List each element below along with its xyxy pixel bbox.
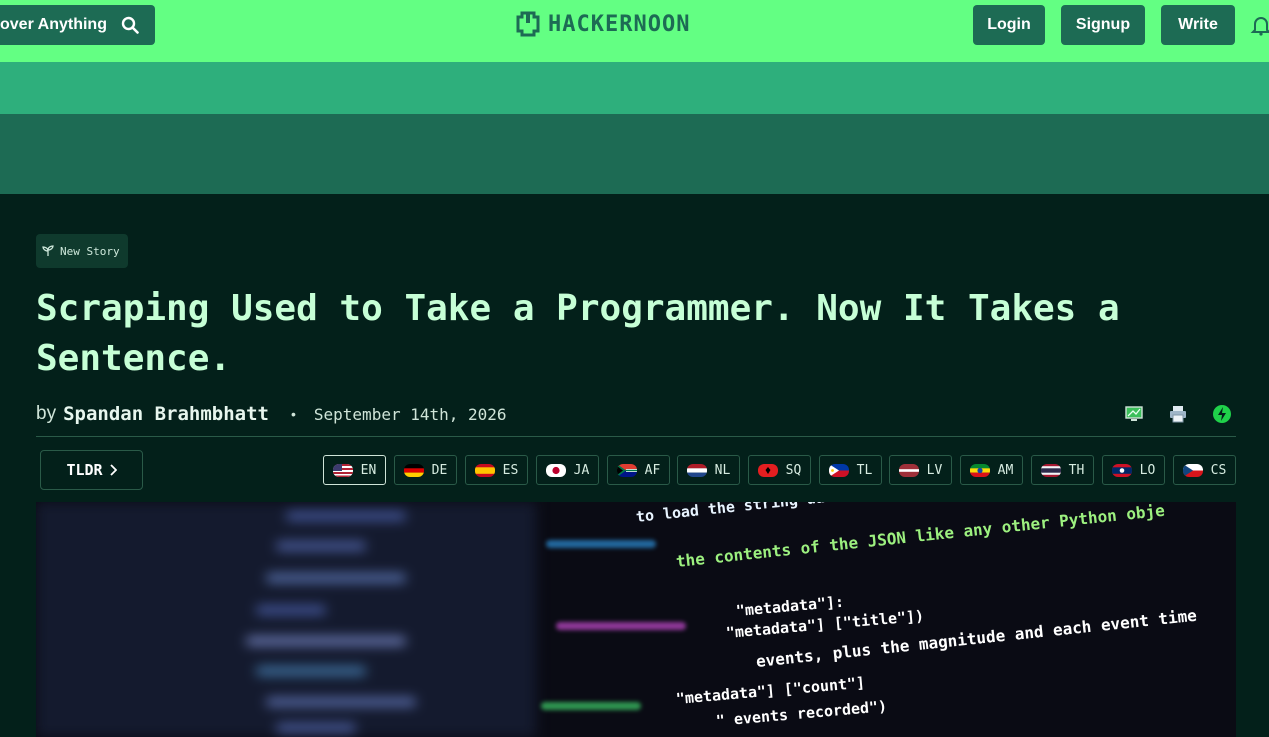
hero-code-blur — [541, 702, 641, 710]
language-sq[interactable]: SQ — [748, 455, 811, 485]
language-tl[interactable]: TL — [819, 455, 882, 485]
hackernoon-logo[interactable]: HACKERNOON — [514, 8, 690, 40]
language-cs[interactable]: CS — [1173, 455, 1236, 485]
login-button[interactable]: Login — [973, 5, 1045, 45]
de-flag-icon — [403, 463, 424, 477]
header-banner-light — [0, 62, 1269, 114]
language-code: SQ — [785, 462, 802, 478]
language-code: CS — [1210, 462, 1227, 478]
language-lo[interactable]: LO — [1102, 455, 1165, 485]
language-af[interactable]: AF — [607, 455, 670, 485]
es-flag-icon — [474, 463, 495, 477]
language-code: DE — [431, 462, 448, 478]
top-navigation-bar: over Anything HACKERNOON Login Signup Wr… — [0, 0, 1269, 62]
tldr-button[interactable]: TLDR — [40, 450, 143, 490]
language-en[interactable]: EN — [323, 455, 386, 485]
la-flag-icon — [1111, 463, 1132, 477]
byline: by Spandan Brahmbhatt • September 14th, … — [36, 402, 507, 426]
hero-code-line: to load the string data into a — [635, 502, 907, 526]
search-button[interactable]: over Anything — [0, 5, 155, 45]
language-lv[interactable]: LV — [889, 455, 952, 485]
article-hero-image: to load the string data into a the conte… — [36, 502, 1236, 737]
tldr-label: TLDR — [66, 461, 103, 479]
th-flag-icon — [1040, 463, 1061, 477]
language-code: AF — [644, 462, 661, 478]
hero-code-blur — [556, 622, 686, 630]
signup-button[interactable]: Signup — [1061, 5, 1145, 45]
us-flag-icon — [332, 463, 353, 477]
sprout-icon — [42, 245, 54, 256]
new-story-badge: New Story — [36, 234, 128, 268]
article-container: New Story Scraping Used to Take a Progra… — [0, 194, 1269, 737]
lv-flag-icon — [898, 463, 919, 477]
za-flag-icon — [616, 463, 637, 477]
nl-flag-icon — [686, 463, 707, 477]
byline-separator: • — [290, 406, 296, 422]
language-code: TL — [856, 462, 873, 478]
logo-mark-icon — [516, 11, 540, 37]
language-code: LO — [1139, 462, 1156, 478]
language-am[interactable]: AM — [960, 455, 1023, 485]
by-label: by — [36, 403, 57, 424]
write-button[interactable]: Write — [1161, 5, 1235, 45]
language-code: TH — [1068, 462, 1085, 478]
search-icon — [121, 16, 139, 34]
ph-flag-icon — [828, 463, 849, 477]
language-code: EN — [360, 462, 377, 478]
et-flag-icon — [969, 463, 990, 477]
hero-blurred-code — [36, 502, 536, 737]
publish-date: September 14th, 2026 — [313, 404, 507, 424]
language-code: ES — [502, 462, 519, 478]
byline-divider — [36, 436, 1236, 437]
jp-flag-icon — [545, 463, 566, 477]
language-de[interactable]: DE — [394, 455, 457, 485]
language-code: LV — [926, 462, 943, 478]
logo-text: HACKERNOON — [548, 11, 691, 37]
al-flag-icon — [757, 463, 778, 477]
lightning-icon[interactable] — [1212, 404, 1232, 424]
language-ja[interactable]: JA — [536, 455, 599, 485]
author-link[interactable]: Spandan Brahmbhatt — [63, 403, 269, 425]
header-banner-dark — [0, 114, 1269, 194]
notification-bell-icon[interactable] — [1250, 14, 1269, 36]
hero-code-blur — [546, 540, 656, 548]
language-th[interactable]: TH — [1031, 455, 1094, 485]
language-nl[interactable]: NL — [677, 455, 740, 485]
screen-icon[interactable] — [1124, 404, 1144, 424]
search-button-label: over Anything — [0, 16, 107, 33]
print-icon[interactable] — [1168, 404, 1188, 424]
chevron-right-icon — [109, 464, 117, 476]
language-code: NL — [714, 462, 731, 478]
article-title: Scraping Used to Take a Programmer. Now … — [36, 288, 1120, 379]
badge-label: New Story — [60, 244, 120, 258]
language-code: JA — [573, 462, 590, 478]
language-es[interactable]: ES — [465, 455, 528, 485]
language-code: AM — [997, 462, 1014, 478]
cz-flag-icon — [1182, 463, 1203, 477]
